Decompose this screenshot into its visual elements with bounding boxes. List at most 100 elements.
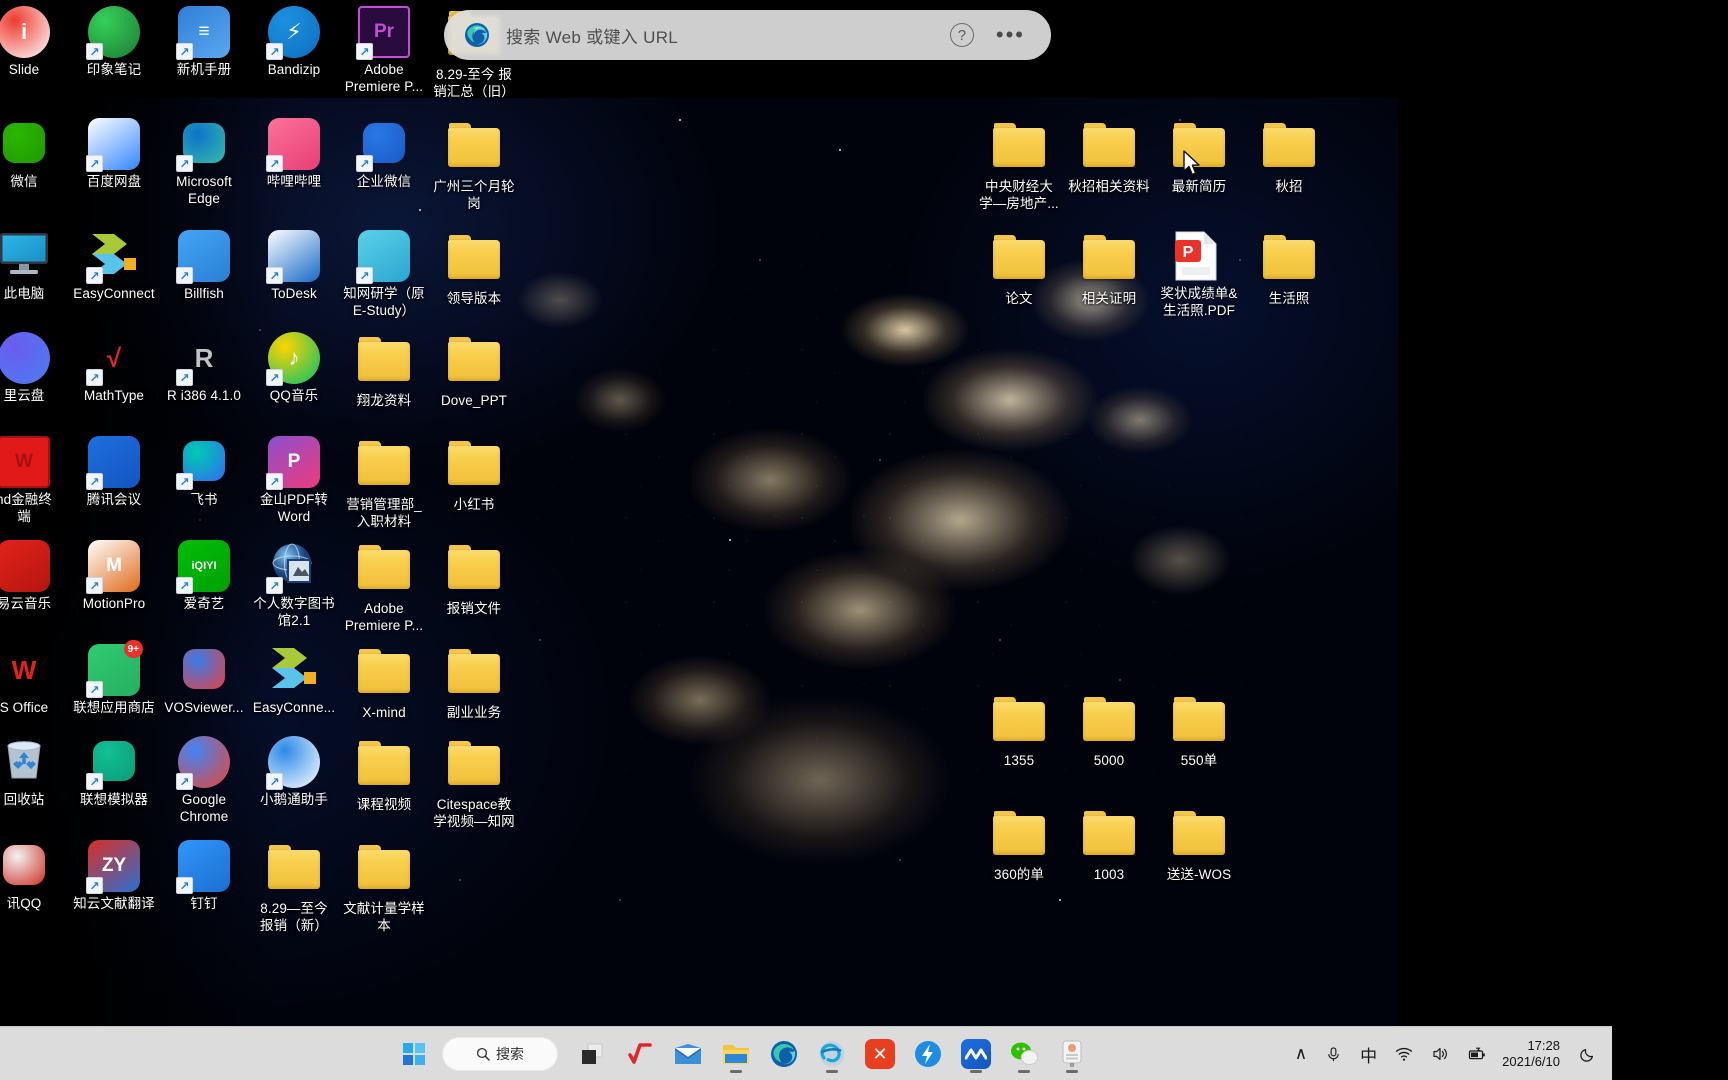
shortcut-arrow-icon: [86, 369, 103, 386]
desktop-icon-folder[interactable]: 报销文件: [422, 540, 526, 618]
taskbar-item-task-view[interactable]: [570, 1032, 614, 1076]
mic-icon[interactable]: [1316, 1027, 1351, 1080]
desktop-icon-label: 联想应用商店: [73, 700, 155, 715]
folder-icon: [1083, 697, 1135, 741]
desktop-icon-folder[interactable]: 550单: [1147, 692, 1251, 770]
desktop-icon-folder[interactable]: 生活照: [1237, 230, 1341, 308]
taskbar-item-bandizip[interactable]: [906, 1032, 950, 1076]
desktop-icon-folder[interactable]: Citespace教 学视频—知网: [422, 736, 526, 830]
help-icon[interactable]: ?: [949, 23, 974, 47]
desktop-icon-folder[interactable]: 中央财经大 学—房地产...: [967, 118, 1071, 212]
taskbar-item-internet-explorer[interactable]: [810, 1032, 854, 1076]
desktop-icon-folder[interactable]: 课程视频: [332, 736, 436, 814]
desktop-icon-folder[interactable]: 论文: [967, 230, 1071, 308]
desktop-icon-app[interactable]: Microsoft Edge: [152, 118, 256, 207]
taskbar-item-mail[interactable]: [666, 1032, 710, 1076]
desktop-icon-folder[interactable]: 相关证明: [1057, 230, 1161, 308]
desktop-icon-folder[interactable]: 广州三个月轮 岗: [422, 118, 526, 212]
tencent-meeting-icon: [961, 1039, 991, 1069]
desktop-icon-folder[interactable]: Adobe Premiere P...: [332, 540, 436, 634]
desktop-icon-app[interactable]: P金山PDF转 Word: [242, 436, 346, 525]
desktop-icon-app[interactable]: 百度网盘: [62, 118, 166, 191]
edge-search-overlay-bar[interactable]: 搜索 Web 或键入 URL ? •••: [444, 10, 1051, 60]
taskbar-item-tencent-meeting[interactable]: [954, 1032, 998, 1076]
pdf-file-icon: P: [1173, 230, 1225, 282]
desktop-icon-folder[interactable]: 最新简历: [1147, 115, 1251, 221]
desktop-icon-app[interactable]: 钉钉: [152, 840, 256, 913]
desktop-icon-app[interactable]: ToDesk: [242, 230, 346, 303]
desktop-icon-app[interactable]: VOSviewer...: [152, 644, 256, 717]
desktop-icon-pdf[interactable]: P 奖状成绩单& 生活照.PDF: [1147, 230, 1251, 319]
desktop-icon-label: 最新简历: [1171, 179, 1227, 194]
desktop-icon-app[interactable]: 腾讯会议: [62, 436, 166, 509]
taskbar-item-edge[interactable]: [762, 1032, 806, 1076]
desktop-icon-folder[interactable]: 1003: [1057, 806, 1161, 884]
desktop-icon-app[interactable]: ⚡Bandizip: [242, 6, 346, 79]
more-options-icon[interactable]: •••: [996, 24, 1025, 46]
desktop-icon-folder[interactable]: 秋招: [1237, 118, 1341, 196]
folder-icon: [268, 845, 320, 889]
desktop-icon-folder[interactable]: 360的单: [967, 806, 1071, 884]
taskbar-item-mathtype[interactable]: [618, 1032, 662, 1076]
desktop-icon-folder[interactable]: 5000: [1057, 692, 1161, 770]
desktop-icon-label: 奖状成绩单& 生活照.PDF: [1160, 286, 1238, 318]
folder-icon: [993, 697, 1045, 741]
battery-icon[interactable]: [1458, 1027, 1496, 1080]
clock[interactable]: 17:28 2021/6/10: [1496, 1038, 1570, 1070]
desktop-icon-folder[interactable]: 送送-WOS: [1147, 806, 1251, 884]
desktop-icon-app[interactable]: 小鹅通助手: [242, 736, 346, 809]
desktop-icon-app[interactable]: 企业微信: [332, 118, 436, 191]
chevron-up-icon[interactable]: ∧: [1286, 1027, 1316, 1080]
shortcut-arrow-icon: [266, 267, 283, 284]
desktop-icon-folder[interactable]: 秋招相关资料: [1057, 118, 1161, 196]
desktop-icon-folder[interactable]: 8.29—至今 报销（新）: [242, 840, 346, 934]
desktop-icon-folder[interactable]: 文献计量学样 本: [332, 840, 436, 934]
desktop-icon-app[interactable]: 飞书: [152, 436, 256, 509]
desktop-icon-app[interactable]: 知网研学（原 E-Study）: [332, 230, 436, 319]
desktop-icon-app[interactable]: Google Chrome: [152, 736, 256, 825]
taskbar-item-wechat[interactable]: [1002, 1032, 1046, 1076]
desktop-icon-app[interactable]: 印象笔记: [62, 6, 166, 79]
wifi-icon[interactable]: [1386, 1027, 1422, 1080]
edge-search-input[interactable]: 搜索 Web 或键入 URL: [506, 23, 950, 48]
desktop-icon-label: 550单: [1180, 753, 1218, 768]
desktop-icon-app[interactable]: PrAdobe Premiere P...: [332, 6, 436, 95]
taskbar-search-box[interactable]: 搜索: [442, 1037, 558, 1071]
folder-icon: [358, 337, 410, 381]
desktop-icon-app[interactable]: EasyConne...: [242, 644, 346, 717]
desktop-icon-app[interactable]: ≡新机手册: [152, 6, 256, 79]
moon-icon[interactable]: [1570, 1027, 1606, 1080]
desktop-icon-folder[interactable]: 领导版本: [422, 230, 526, 308]
shortcut-arrow-icon: [356, 43, 373, 60]
desktop-icon-app[interactable]: MMotionPro: [62, 540, 166, 613]
desktop-icon-app[interactable]: 哔哩哔哩: [242, 118, 346, 191]
start-button[interactable]: [392, 1032, 436, 1076]
desktop-icon-folder[interactable]: 翔龙资料: [332, 332, 436, 410]
desktop-icon-folder[interactable]: 副业业务: [422, 644, 526, 722]
desktop-icon-folder[interactable]: X-mind: [332, 644, 436, 722]
desktop-icon-app[interactable]: √MathType: [62, 332, 166, 405]
desktop-icon-folder[interactable]: 小红书: [422, 436, 526, 514]
desktop-icon-label: ToDesk: [271, 286, 317, 301]
ime-indicator[interactable]: 中: [1351, 1027, 1386, 1080]
taskbar-item-xmind[interactable]: ✕: [858, 1032, 902, 1076]
desktop-icon-folder[interactable]: Dove_PPT: [422, 332, 526, 410]
desktop-icon-app[interactable]: Billfish: [152, 230, 256, 303]
folder-icon: [1083, 811, 1135, 855]
desktop-icon-app[interactable]: iQIYI爱奇艺: [152, 540, 256, 613]
desktop-icon-folder[interactable]: 营销管理部_ 入职材料: [332, 436, 436, 530]
desktop-icon-app[interactable]: ZY知云文献翻译: [62, 840, 166, 913]
desktop-icon-app[interactable]: 联想模拟器: [62, 736, 166, 809]
folder-icon: [358, 649, 410, 693]
taskbar-item-calculator[interactable]: [1050, 1032, 1094, 1076]
desktop-icon-folder[interactable]: 1355: [967, 692, 1071, 770]
desktop-icon-app[interactable]: 9+ 联想应用商店: [62, 640, 166, 717]
taskbar[interactable]: 搜索 ✕ ∧ 中 17:28 2021/6/10: [0, 1026, 1612, 1080]
shortcut-arrow-icon: [176, 267, 193, 284]
desktop-icon-app[interactable]: 个人数字图书 馆2.1: [242, 540, 346, 629]
taskbar-item-file-explorer[interactable]: [714, 1032, 758, 1076]
volume-icon[interactable]: [1422, 1027, 1458, 1080]
desktop-icon-app[interactable]: RR i386 4.1.0: [152, 332, 256, 405]
desktop-icon-app[interactable]: ♪QQ音乐: [242, 332, 346, 405]
desktop-icon-app[interactable]: EasyConnect: [62, 230, 166, 303]
